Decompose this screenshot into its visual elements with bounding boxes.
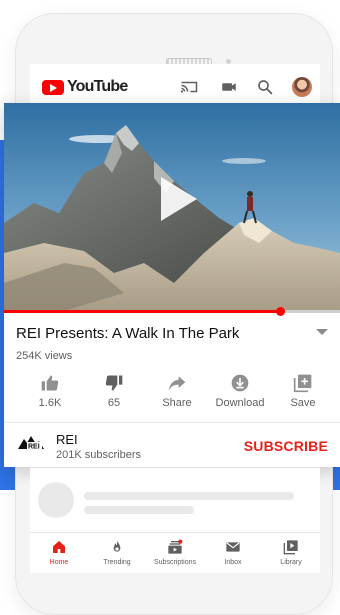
- channel-row: REI REI 201K subscribers SUBSCRIBE: [4, 425, 340, 465]
- chevron-down-icon[interactable]: [316, 329, 328, 335]
- nav-label-library: Library: [280, 559, 302, 566]
- dislike-button[interactable]: 65: [82, 367, 146, 417]
- cast-icon[interactable]: [180, 78, 198, 96]
- nav-label-home: Home: [49, 559, 69, 566]
- placeholder-line: [84, 492, 294, 500]
- mail-icon: [226, 542, 240, 552]
- nav-item-library[interactable]: Library: [262, 537, 320, 571]
- nav-item-home[interactable]: Home: [30, 537, 88, 571]
- thumbs-down-icon: [105, 375, 123, 391]
- placeholder-avatar: [38, 482, 74, 518]
- placeholder-line: [84, 506, 194, 514]
- play-icon[interactable]: [157, 175, 199, 223]
- nav-item-inbox[interactable]: Inbox: [204, 537, 262, 571]
- account-avatar[interactable]: [292, 77, 312, 97]
- save-button[interactable]: Save: [271, 367, 335, 417]
- video-progress-fill: [4, 310, 280, 313]
- channel-subscriber-count: 201K subscribers: [56, 449, 141, 461]
- youtube-play-icon: [42, 79, 64, 95]
- camera-icon[interactable]: [220, 78, 238, 96]
- download-icon: [231, 374, 249, 392]
- channel-name[interactable]: REI: [56, 432, 78, 447]
- download-label: Download: [215, 397, 265, 409]
- youtube-wordmark: YouTube: [67, 78, 128, 95]
- video-actions: 1.6K 65 Share Download Save: [4, 367, 340, 419]
- share-label: Share: [162, 397, 192, 409]
- nav-label-inbox: Inbox: [224, 559, 242, 566]
- thumbs-up-icon: [41, 375, 59, 391]
- youtube-logo[interactable]: YouTube: [42, 78, 128, 96]
- search-icon[interactable]: [256, 78, 274, 96]
- share-button[interactable]: Share: [145, 367, 209, 417]
- stage: YouTube REI Presents: A Walk In The Park…: [0, 0, 340, 615]
- share-icon: [168, 376, 186, 391]
- video-title-row[interactable]: REI Presents: A Walk In The Park: [16, 325, 332, 342]
- library-icon: [283, 540, 298, 555]
- subscriptions-icon: [168, 539, 183, 554]
- nav-label-trending: Trending: [103, 559, 131, 566]
- home-icon: [53, 541, 65, 553]
- video-progress-bar[interactable]: [4, 307, 340, 316]
- nav-label-subscriptions: Subscriptions: [153, 559, 197, 566]
- rei-logo[interactable]: REI: [18, 433, 44, 451]
- download-button[interactable]: Download: [208, 367, 272, 417]
- flame-icon: [113, 540, 121, 552]
- video-view-count: 254K views: [16, 350, 73, 362]
- add-to-playlist-icon: [293, 374, 312, 393]
- loading-placeholder: [30, 468, 320, 532]
- video-card: REI Presents: A Walk In The Park 254K vi…: [4, 103, 340, 467]
- rei-logo-text: REI: [28, 444, 40, 451]
- video-player[interactable]: [4, 103, 340, 311]
- video-title: REI Presents: A Walk In The Park: [16, 325, 240, 342]
- divider: [4, 422, 340, 423]
- like-count: 1.6K: [38, 397, 62, 409]
- dislike-count: 65: [107, 397, 121, 409]
- nav-item-subscriptions[interactable]: Subscriptions: [146, 537, 204, 571]
- like-button[interactable]: 1.6K: [18, 367, 82, 417]
- subscribe-button[interactable]: SUBSCRIBE: [244, 438, 328, 454]
- video-progress-handle[interactable]: [276, 307, 285, 316]
- bottom-navigation: Home Trending Subscriptions Inbox Librar…: [30, 532, 320, 573]
- save-label: Save: [290, 397, 316, 409]
- nav-item-trending[interactable]: Trending: [88, 537, 146, 571]
